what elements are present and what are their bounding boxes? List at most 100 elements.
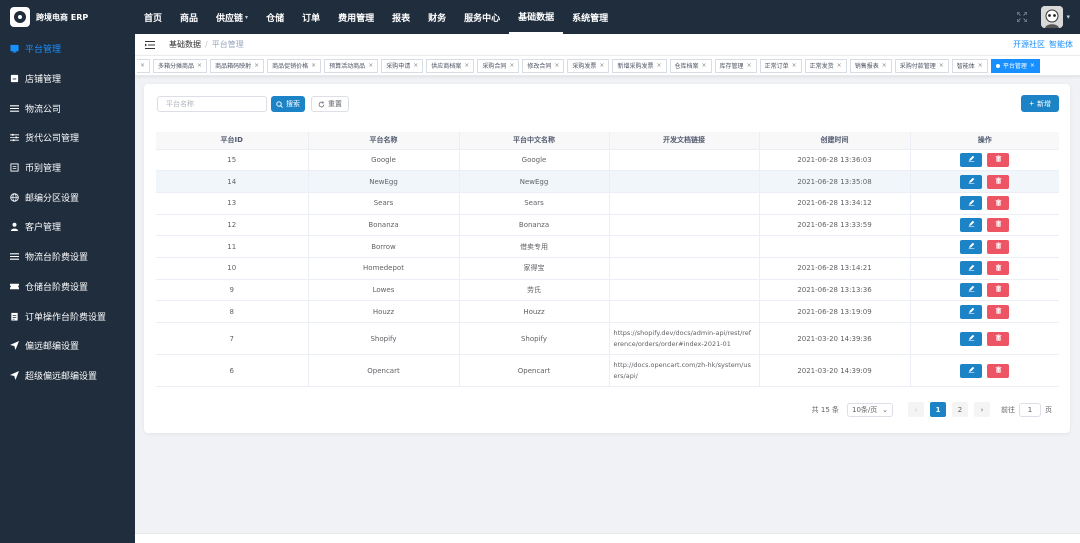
tag-item[interactable]: 平台管理 × <box>990 58 1040 73</box>
tag-item[interactable]: 仓库档案 × <box>669 58 712 73</box>
sidebar-item[interactable]: 订单操作台阶费设置 <box>0 301 135 331</box>
sidebar-item[interactable]: 物流台阶费设置 <box>0 242 135 272</box>
edit-button[interactable] <box>960 152 983 167</box>
close-icon[interactable]: × <box>464 62 469 69</box>
sidebar-item[interactable]: 货代公司管理 <box>0 123 135 153</box>
close-icon[interactable]: × <box>554 62 559 69</box>
close-icon[interactable]: × <box>747 62 752 69</box>
sidebar-item[interactable]: 平台管理 <box>0 34 135 64</box>
search-button[interactable]: 搜索 <box>271 96 305 112</box>
edit-button[interactable] <box>960 217 983 232</box>
pagination: 共 15 条 10条/页 ⌄ ‹ 12 › 前往 页 <box>812 402 1052 417</box>
open-source-link[interactable]: 开源社区 <box>1013 40 1045 49</box>
tag-item[interactable]: 销售报表 × <box>849 58 892 73</box>
top-nav-item[interactable]: 费用管理 <box>329 0 383 34</box>
top-nav-item[interactable]: 基础数据 <box>509 0 564 34</box>
edit-button[interactable] <box>960 174 983 189</box>
top-nav-item[interactable]: 系统管理 <box>563 0 617 34</box>
avatar-caret-icon[interactable]: ▾ <box>1066 13 1070 21</box>
tag-item[interactable]: 修改合同 × <box>522 58 565 73</box>
add-button[interactable]: + 新增 <box>1021 95 1059 112</box>
close-icon[interactable]: × <box>197 62 202 69</box>
user-avatar[interactable] <box>1041 6 1064 28</box>
delete-button[interactable] <box>987 331 1010 346</box>
close-icon[interactable]: × <box>837 62 842 69</box>
sidebar-item[interactable]: 偏远邮编设置 <box>0 331 135 361</box>
sidebar-item[interactable]: 邮编分区设置 <box>0 182 135 212</box>
top-nav-item[interactable]: 服务中心 <box>455 0 509 34</box>
delete-button[interactable] <box>987 304 1010 319</box>
close-icon[interactable]: × <box>368 62 373 69</box>
close-icon[interactable]: × <box>656 62 661 69</box>
sidebar-item[interactable]: 币别管理 <box>0 153 135 183</box>
edit-button[interactable] <box>960 304 983 319</box>
delete-button[interactable] <box>987 261 1010 276</box>
top-nav-item[interactable]: 首页 <box>135 0 171 34</box>
close-icon[interactable]: × <box>254 62 259 69</box>
edit-button[interactable] <box>960 261 983 276</box>
close-icon[interactable]: × <box>1030 62 1035 69</box>
edit-button[interactable] <box>960 282 983 297</box>
top-nav-item[interactable]: 仓储 <box>257 0 293 34</box>
close-icon[interactable]: × <box>413 62 418 69</box>
edit-button[interactable] <box>960 239 983 254</box>
tag-item[interactable]: 商品促销价格 × <box>267 58 322 73</box>
close-icon[interactable]: × <box>882 62 887 69</box>
top-nav-item[interactable]: 报表 <box>383 0 419 34</box>
tag-item[interactable]: 采购申请 × <box>381 58 424 73</box>
page-size-select[interactable]: 10条/页 ⌄ <box>847 402 893 417</box>
goto-page-input[interactable] <box>1019 402 1041 417</box>
sidebar-item[interactable]: 超级偏远邮编设置 <box>0 361 135 391</box>
page-number-button[interactable]: 1 <box>930 402 946 417</box>
sidebar-item[interactable]: 仓储台阶费设置 <box>0 272 135 302</box>
close-icon[interactable]: × <box>599 62 604 69</box>
breadcrumb-root[interactable]: 基础数据 <box>169 40 201 49</box>
platform-name-input[interactable] <box>157 96 267 112</box>
delete-button[interactable] <box>987 174 1010 189</box>
tag-item[interactable]: 采购付款管理 × <box>894 58 949 73</box>
tag-item[interactable]: × <box>137 58 151 73</box>
hamburger-icon[interactable] <box>145 40 155 49</box>
tag-item[interactable]: 智能体 × <box>951 58 988 73</box>
top-nav-item[interactable]: 订单 <box>293 0 329 34</box>
fullscreen-icon[interactable] <box>1017 12 1028 22</box>
top-nav-item[interactable]: 商品 <box>171 0 207 34</box>
tag-item[interactable]: 正常发货 × <box>804 58 847 73</box>
tag-item[interactable]: 正常订单 × <box>759 58 802 73</box>
reset-button[interactable]: 重置 <box>311 96 349 112</box>
delete-button[interactable] <box>987 152 1010 167</box>
tag-item[interactable]: 商品箱码映射 × <box>210 58 265 73</box>
tag-item[interactable]: 采购发票 × <box>567 58 610 73</box>
delete-button[interactable] <box>987 217 1010 232</box>
delete-button[interactable] <box>987 282 1010 297</box>
sidebar-item[interactable]: 店铺管理 <box>0 64 135 94</box>
sidebar-item[interactable]: 物流公司 <box>0 93 135 123</box>
tag-item[interactable]: 新增采购发票 × <box>612 58 667 73</box>
top-nav-item[interactable]: 财务 <box>419 0 455 34</box>
delete-button[interactable] <box>987 239 1010 254</box>
edit-button[interactable] <box>960 196 983 211</box>
tag-item[interactable]: 库存管理 × <box>714 58 757 73</box>
edit-button[interactable] <box>960 331 983 346</box>
close-icon[interactable]: × <box>509 62 514 69</box>
sidebar-item[interactable]: 客户管理 <box>0 212 135 242</box>
close-icon[interactable]: × <box>702 62 707 69</box>
delete-button[interactable] <box>987 363 1010 378</box>
close-icon[interactable]: × <box>140 62 145 69</box>
close-icon[interactable]: × <box>792 62 797 69</box>
tag-item[interactable]: 多箱分摊商品 × <box>153 58 208 73</box>
close-icon[interactable]: × <box>939 62 944 69</box>
brand-link[interactable]: 智能体 <box>1049 40 1073 49</box>
page-number-button[interactable]: 2 <box>952 402 968 417</box>
delete-button[interactable] <box>987 196 1010 211</box>
prev-page-button[interactable]: ‹ <box>908 402 924 417</box>
close-icon[interactable]: × <box>978 62 983 69</box>
next-page-button[interactable]: › <box>974 402 990 417</box>
edit-button[interactable] <box>960 363 983 378</box>
tag-item[interactable]: 预算活动商品 × <box>324 58 379 73</box>
close-icon[interactable]: × <box>311 62 316 69</box>
app-logo[interactable]: 跨境电商 ERP <box>0 0 135 34</box>
tag-item[interactable]: 供应商档案 × <box>426 58 475 73</box>
top-nav-item[interactable]: 供应链 ▾ <box>207 0 257 34</box>
tag-item[interactable]: 采购合同 × <box>477 58 520 73</box>
